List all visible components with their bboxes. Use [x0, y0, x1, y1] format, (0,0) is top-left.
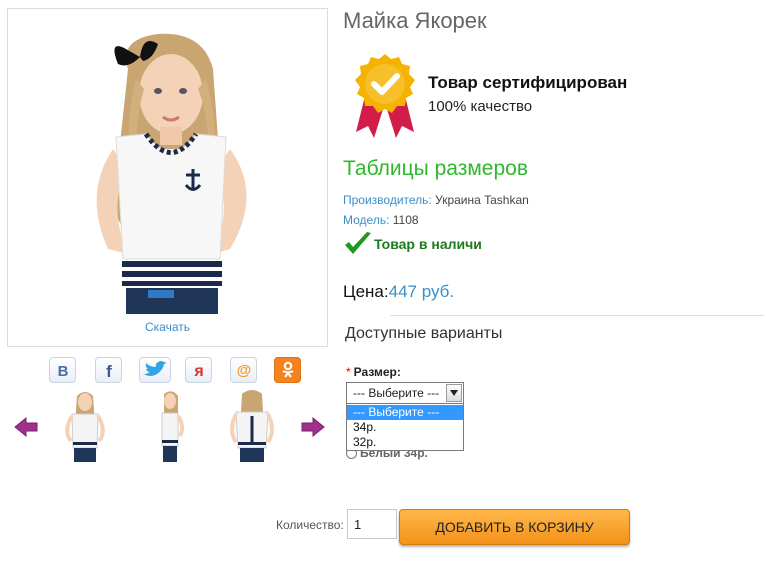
thumbnail-side[interactable]	[140, 386, 200, 464]
svg-text:@: @	[236, 362, 251, 379]
vkontakte-icon: B	[57, 363, 68, 379]
price-label: Цена:	[343, 282, 389, 301]
certified-badge-icon	[355, 54, 415, 138]
thumbnail-back[interactable]	[222, 386, 282, 464]
size-select[interactable]: --- Выберите ---	[346, 382, 464, 404]
size-tables-link[interactable]: Таблицы размеров	[343, 157, 528, 181]
vkontakte-share-button[interactable]: B	[49, 357, 76, 383]
product-title: Майка Якорек	[343, 8, 487, 33]
options-section-title: Доступные варианты	[345, 325, 503, 342]
odnoklassniki-share-button[interactable]	[274, 357, 301, 383]
size-label: * Размер:	[346, 365, 401, 379]
manufacturer-row: Производитель: Украина Tashkan	[343, 193, 529, 207]
carousel-prev-arrow-icon[interactable]	[13, 416, 39, 438]
facebook-share-button[interactable]: f	[95, 357, 122, 383]
dropdown-option[interactable]: --- Выберите ---	[347, 405, 463, 420]
manufacturer-label[interactable]: Производитель:	[343, 193, 432, 207]
model-value: 1108	[392, 213, 419, 227]
dropdown-toggle[interactable]	[446, 384, 462, 402]
svg-text:я: я	[193, 363, 203, 379]
stock-status: Товар в наличи	[343, 230, 482, 258]
moikrug-share-button[interactable]: я	[185, 357, 212, 383]
svg-text:f: f	[106, 362, 112, 379]
chevron-down-icon	[450, 390, 458, 396]
size-select-value: --- Выберите ---	[353, 386, 440, 400]
size-dropdown-list: --- Выберите --- 34р. 32р.	[346, 403, 464, 451]
facebook-icon: f	[106, 362, 112, 379]
dropdown-option[interactable]: 34р.	[347, 420, 463, 435]
svg-text:B: B	[57, 363, 68, 379]
certified-title: Товар сертифицирован	[428, 73, 628, 92]
product-photo-frame: Скачать	[7, 8, 328, 347]
thumbnail-front[interactable]	[55, 386, 115, 464]
price-value: 447 руб.	[388, 282, 455, 301]
manufacturer-value: Украина Tashkan	[435, 193, 529, 207]
quantity-label: Количество:	[276, 518, 344, 532]
twitter-share-button[interactable]	[139, 357, 171, 383]
odnoklassniki-icon	[281, 361, 294, 378]
certified-subtitle: 100% качество	[428, 98, 533, 115]
mailru-share-button[interactable]: @	[230, 357, 257, 383]
model-row: Модель: 1108	[343, 213, 419, 227]
price: Цена:447 руб.	[343, 282, 454, 302]
model-label: Модель:	[343, 213, 390, 227]
carousel-next-arrow-icon[interactable]	[300, 416, 326, 438]
dropdown-option[interactable]: 32р.	[347, 435, 463, 450]
moikrug-icon: я	[193, 363, 203, 379]
product-photo[interactable]	[8, 9, 329, 314]
mailru-icon: @	[236, 362, 251, 379]
add-to-cart-button[interactable]: ДОБАВИТЬ В КОРЗИНУ	[399, 509, 630, 545]
divider	[390, 315, 764, 316]
checkmark-icon	[345, 232, 371, 254]
stock-status-text: Товар в наличи	[374, 236, 482, 252]
required-mark: *	[346, 365, 351, 379]
quantity-input[interactable]	[347, 509, 397, 539]
size-label-text: Размер:	[353, 365, 401, 379]
download-link[interactable]: Скачать	[8, 320, 327, 334]
twitter-icon	[144, 361, 167, 376]
